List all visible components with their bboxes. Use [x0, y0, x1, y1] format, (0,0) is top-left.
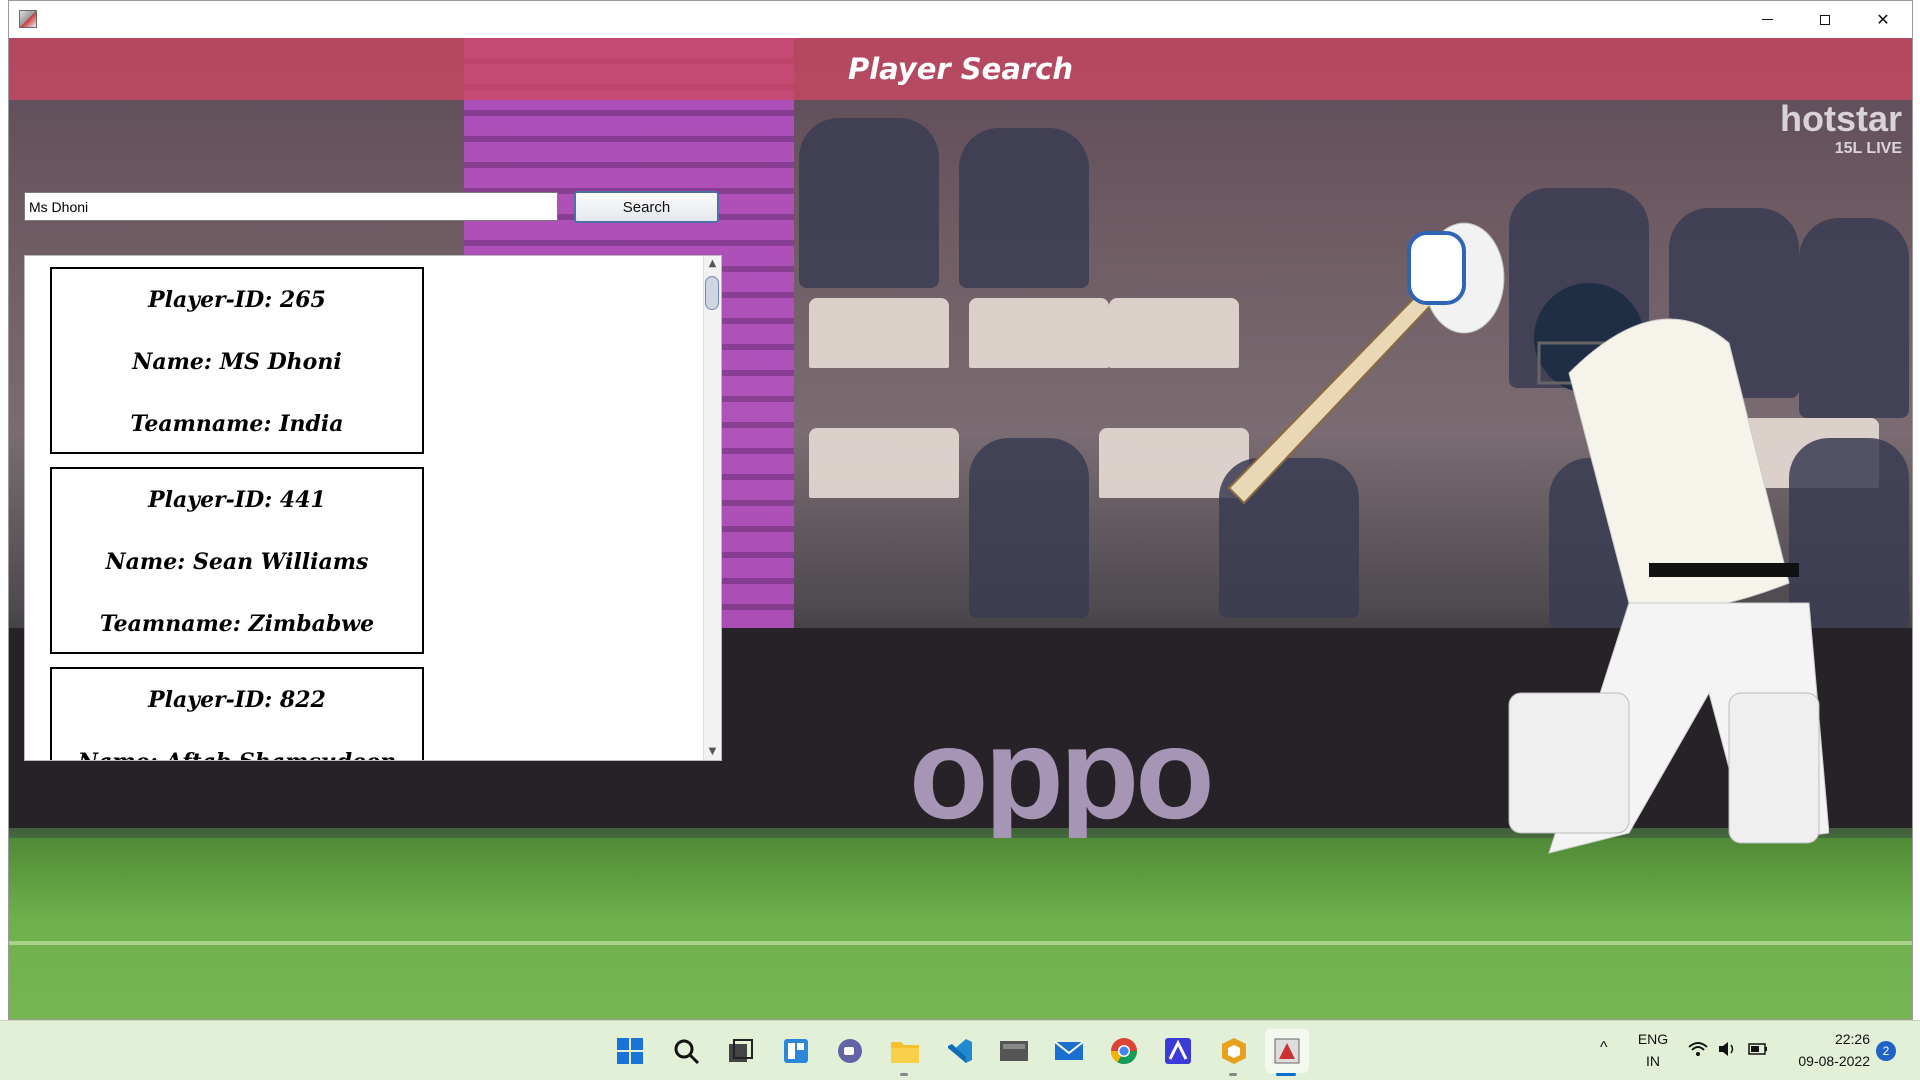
scroll-up-arrow-icon[interactable]: ▲ — [704, 256, 721, 272]
results-scrollbar[interactable]: ▲ ▼ — [703, 256, 721, 760]
battery-icon[interactable] — [1746, 1037, 1770, 1061]
taskbar: ^ ENG IN 22:26 09-08-2022 2 — [0, 1020, 1920, 1080]
vscode-icon[interactable] — [944, 1035, 976, 1067]
scroll-thumb[interactable] — [705, 276, 719, 310]
scroll-down-arrow-icon[interactable]: ▼ — [704, 744, 721, 760]
ad-logo-text: oppo — [909, 700, 1215, 846]
volume-icon[interactable] — [1716, 1037, 1740, 1061]
player-id: Player-ID: 822 — [148, 687, 326, 713]
region-indicator[interactable]: IN — [1636, 1053, 1670, 1069]
running-indicator — [900, 1073, 908, 1076]
stadium-seat — [809, 298, 949, 368]
cube-app-icon[interactable] — [1218, 1035, 1250, 1067]
hotstar-logo: hotstar — [1779, 98, 1902, 139]
file-explorer-icon[interactable] — [889, 1035, 921, 1067]
search-icon[interactable] — [670, 1035, 702, 1067]
language-indicator[interactable]: ENG — [1636, 1031, 1670, 1047]
close-button[interactable]: ✕ — [1854, 1, 1912, 38]
app-window: ✕ oppo hotstar 15L LIVE Player Search Ms… — [8, 0, 1913, 1020]
minimize-button[interactable] — [1738, 1, 1796, 38]
header-band: Player Search — [9, 38, 1912, 100]
widgets-icon[interactable] — [780, 1035, 812, 1067]
spectator — [799, 118, 939, 288]
stadium-seat — [809, 428, 959, 498]
spectator — [969, 438, 1089, 618]
live-viewers-count: 15L LIVE — [1834, 140, 1902, 157]
player-name: Name: MS Dhoni — [132, 349, 342, 375]
player-card: Player-ID: 265 Name: MS Dhoni Teamname: … — [50, 267, 424, 454]
player-name: Name: Sean Williams — [105, 549, 369, 575]
stadium-seat — [969, 298, 1109, 368]
title-bar[interactable]: ✕ — [9, 1, 1912, 38]
maximize-button[interactable] — [1796, 1, 1854, 38]
java-app-taskbar-icon[interactable] — [1265, 1029, 1309, 1073]
broadcaster-watermark: hotstar 15L LIVE — [1780, 98, 1902, 158]
player-id: Player-ID: 441 — [148, 487, 326, 513]
chat-icon[interactable] — [834, 1035, 866, 1067]
dev-tool-icon[interactable] — [1162, 1035, 1194, 1067]
player-name: Name: Aftab Shamsudeen — [52, 749, 422, 760]
clock-time[interactable]: 22:26 — [1780, 1031, 1870, 1047]
results-list[interactable]: Player-ID: 265 Name: MS Dhoni Teamname: … — [24, 255, 722, 761]
show-hidden-icons-chevron-icon[interactable]: ^ — [1600, 1039, 1608, 1057]
clock-date[interactable]: 09-08-2022 — [1780, 1053, 1870, 1069]
team-name: Teamname: Zimbabwe — [99, 611, 375, 637]
player-card: Player-ID: 822 Name: Aftab Shamsudeen — [50, 667, 424, 760]
player-id: Player-ID: 265 — [148, 287, 326, 313]
mail-icon[interactable] — [1053, 1035, 1085, 1067]
active-app-indicator — [1276, 1073, 1296, 1076]
spectator — [959, 128, 1089, 288]
sql-app-icon[interactable] — [998, 1035, 1030, 1067]
batsman-figure — [1227, 222, 1829, 854]
team-name: Teamname: India — [130, 411, 344, 437]
start-menu-icon[interactable] — [614, 1035, 646, 1067]
wifi-icon[interactable] — [1686, 1037, 1710, 1061]
search-button[interactable]: Search — [574, 191, 719, 223]
task-view-icon[interactable] — [724, 1035, 756, 1067]
java-app-icon — [19, 10, 37, 28]
page-title: Player Search — [847, 52, 1074, 86]
player-card: Player-ID: 441 Name: Sean Williams Teamn… — [50, 467, 424, 654]
chrome-icon[interactable] — [1108, 1035, 1140, 1067]
search-input[interactable] — [24, 192, 558, 221]
running-indicator — [1229, 1073, 1237, 1076]
notification-badge[interactable]: 2 — [1876, 1041, 1896, 1061]
crease-line — [9, 941, 1912, 945]
